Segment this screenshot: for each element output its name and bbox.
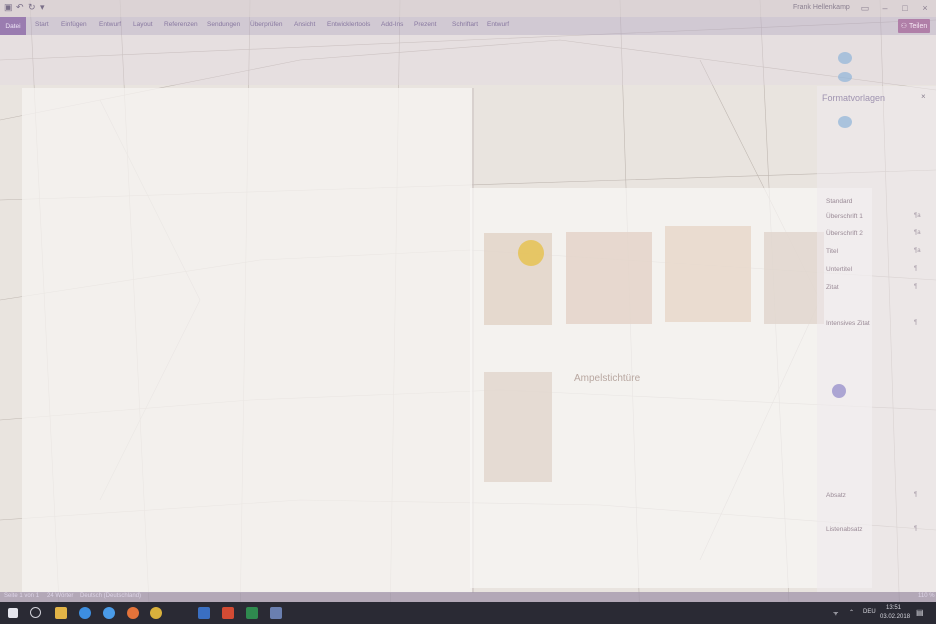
tab-developer[interactable]: Entwicklertools <box>327 21 370 28</box>
notifications-icon[interactable]: ▤ <box>916 608 924 617</box>
ribbon-tabs: Datei Start Einfügen Entwurf Layout Refe… <box>0 17 936 35</box>
tab-prezent[interactable]: Prezent <box>414 21 436 28</box>
tab-home[interactable]: Start <box>35 21 49 28</box>
style-item[interactable]: Untertitel <box>826 266 852 273</box>
style-item[interactable]: Zitat <box>826 284 839 291</box>
cortana-icon[interactable] <box>30 607 41 618</box>
tab-layout[interactable]: Layout <box>133 21 153 28</box>
window-controls: ▭ – □ × <box>858 2 932 14</box>
tab-file[interactable]: Datei <box>0 17 26 35</box>
keyboard-language[interactable]: DEU <box>863 609 876 615</box>
tab-addins[interactable]: Add-Ins <box>381 21 403 28</box>
style-item-marker: ¶ <box>914 266 918 272</box>
app-icon[interactable] <box>270 607 282 619</box>
style-item-marker: ¶ <box>914 492 918 498</box>
pane-avatar-icon-4 <box>832 384 846 398</box>
thumbnail-sun-shape <box>518 240 544 266</box>
ribbon-options-icon[interactable]: ▭ <box>858 2 872 14</box>
excel-icon[interactable] <box>246 607 258 619</box>
close-icon[interactable]: × <box>921 92 926 101</box>
tab-design[interactable]: Entwurf <box>99 21 121 28</box>
maximize-icon[interactable]: □ <box>898 2 912 14</box>
style-item-marker: ¶ <box>914 284 918 290</box>
share-label: Teilen <box>908 22 928 30</box>
quick-access-toolbar: ▣ ↶ ↻ ▾ <box>4 3 49 12</box>
network-icon[interactable]: ᯤ <box>833 609 838 617</box>
style-item-marker: ¶ <box>914 526 918 532</box>
person-icon: ⚇ <box>900 23 907 30</box>
ribbon-body <box>0 35 936 85</box>
word-count[interactable]: 24 Wörter <box>47 593 73 599</box>
styles-pane-title: Formatvorlagen <box>822 93 886 103</box>
tab-font[interactable]: Schriftart <box>452 21 478 28</box>
title-bar: ▣ ↶ ↻ ▾ Frank Hellenkamp ▭ – □ × <box>0 0 936 17</box>
powerpoint-icon[interactable] <box>222 607 234 619</box>
style-item[interactable]: Listenabsatz <box>826 526 863 533</box>
ie-icon[interactable] <box>103 607 115 619</box>
tab-insert[interactable]: Einfügen <box>61 21 87 28</box>
zoom-level[interactable]: 110 % <box>918 593 935 599</box>
undo-icon[interactable]: ↶ <box>16 3 25 12</box>
redo-icon[interactable]: ↻ <box>28 3 37 12</box>
save-icon[interactable]: ▣ <box>4 3 13 12</box>
style-item[interactable]: Titel <box>826 248 838 255</box>
style-item-marker: ¶a <box>914 248 921 254</box>
edge-icon[interactable] <box>79 607 91 619</box>
user-name[interactable]: Frank Hellenkamp <box>793 4 850 11</box>
tab-design-2[interactable]: Entwurf <box>487 21 509 28</box>
styles-pane <box>817 86 936 592</box>
style-item[interactable]: Überschrift 2 <box>826 230 863 237</box>
document-language[interactable]: Deutsch (Deutschland) <box>80 593 141 599</box>
firefox-icon[interactable] <box>127 607 139 619</box>
word-icon[interactable] <box>198 607 210 619</box>
tab-review[interactable]: Überprüfen <box>250 21 283 28</box>
pane-avatar-icon <box>838 52 852 64</box>
tab-mailings[interactable]: Sendungen <box>207 21 240 28</box>
style-item-marker: ¶a <box>914 230 921 236</box>
document-page[interactable] <box>22 88 472 593</box>
status-bar: Seite 1 von 1 24 Wörter Deutsch (Deutsch… <box>0 592 936 602</box>
style-item-marker: ¶a <box>914 213 921 219</box>
style-item[interactable]: Überschrift 1 <box>826 213 863 220</box>
file-explorer-icon[interactable] <box>55 607 67 619</box>
style-item-marker: ¶ <box>914 320 918 326</box>
style-item[interactable]: Standard <box>826 198 852 205</box>
pane-avatar-icon-3 <box>838 116 852 128</box>
tab-view[interactable]: Ansicht <box>294 21 315 28</box>
clock-time[interactable]: 13:51 <box>886 605 901 611</box>
pane-avatar-icon-2 <box>838 72 852 82</box>
customize-icon[interactable]: ▾ <box>40 3 49 12</box>
close-icon[interactable]: × <box>918 2 932 14</box>
style-item[interactable]: Intensives Zitat <box>826 320 870 327</box>
tab-references[interactable]: Referenzen <box>164 21 198 28</box>
windows-start-icon[interactable] <box>8 608 18 618</box>
dialog-caption: Ampelstichtüre <box>574 373 641 384</box>
clock-date[interactable]: 03.02.2018 <box>880 614 910 620</box>
share-button[interactable]: ⚇ Teilen <box>898 19 930 33</box>
style-item[interactable]: Absatz <box>826 492 846 499</box>
chrome-icon[interactable] <box>150 607 162 619</box>
minimize-icon[interactable]: – <box>878 2 892 14</box>
page-count[interactable]: Seite 1 von 1 <box>4 593 39 599</box>
taskbar: ᯤ ⌃ DEU 13:51 03.02.2018 ▤ <box>0 602 936 624</box>
tray-expand-icon[interactable]: ⌃ <box>849 609 854 616</box>
